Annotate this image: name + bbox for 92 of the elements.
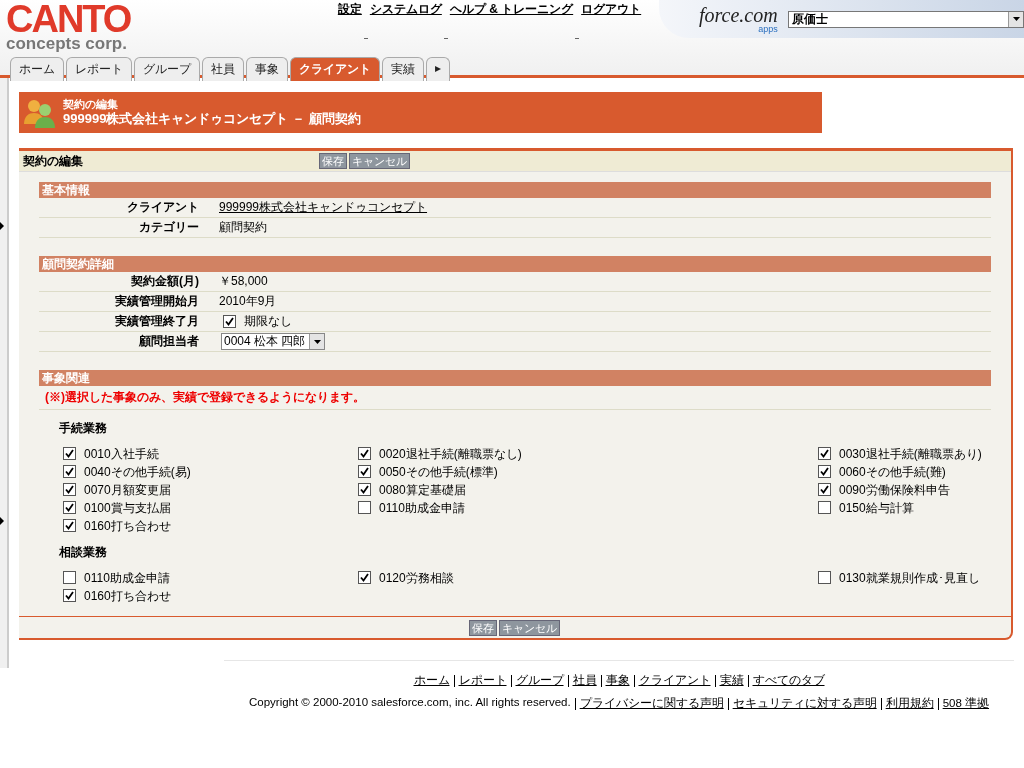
footer-link[interactable]: プライバシーに関する声明 — [579, 696, 724, 711]
checkbox[interactable] — [818, 501, 831, 514]
header-link[interactable]: システムログ — [369, 1, 442, 18]
checkbox-label: 0060その他手続(難) — [839, 465, 946, 480]
checkmark-icon — [65, 591, 74, 600]
footer-link[interactable]: 508 準拠 — [942, 696, 990, 711]
notice-text: (※)選択した事象のみ、実績で登録できるようになります。 — [39, 386, 991, 410]
footer-link[interactable]: 事象 — [605, 673, 630, 688]
footer-link[interactable]: 社員 — [572, 673, 597, 688]
footer-link[interactable]: 利用規約 — [885, 696, 934, 711]
footer-link[interactable]: セキュリティに対する声明 — [732, 696, 877, 711]
checkbox-label: 0090労働保険料申告 — [839, 483, 950, 498]
group-title: 手続業務 — [58, 420, 108, 437]
checkbox[interactable] — [818, 447, 831, 460]
checkbox-label: 0100賞与支払届 — [84, 501, 171, 516]
checkbox-label: 0160打ち合わせ — [84, 519, 171, 534]
footer-link[interactable]: 実績 — [719, 673, 744, 688]
checkbox[interactable] — [358, 447, 371, 460]
checkbox[interactable] — [358, 483, 371, 496]
footer-link[interactable]: グループ — [515, 673, 564, 688]
checkbox-label: 0110助成金申請 — [84, 571, 170, 586]
checkbox-label: 0010入社手続 — [84, 447, 159, 462]
checkbox-label: 0070月額変更届 — [84, 483, 171, 498]
checkbox[interactable] — [63, 447, 76, 460]
checkbox[interactable] — [63, 589, 76, 602]
copyright-text: Copyright © 2000-2010 salesforce.com, inc. All rights reserved. — [248, 696, 571, 710]
checkbox-label: 0040その他手続(易) — [84, 465, 191, 480]
checkbox-label: 0110助成金申請 — [379, 501, 465, 516]
page-title: 999999株式会社キャンドゥコンセプト － 顧問契約 — [63, 111, 361, 127]
header-link[interactable]: ログアウト — [581, 1, 642, 18]
form-title: 契約の編集 — [23, 152, 84, 170]
checkbox[interactable] — [63, 465, 76, 478]
checkbox-label: 期限なし — [244, 313, 292, 330]
checkmark-icon — [225, 317, 234, 326]
client-link[interactable]: 999999株式会社キャンドゥコンセプト — [219, 199, 428, 216]
section-header: 事象関連 — [39, 370, 991, 386]
footer-link[interactable]: レポート — [458, 673, 507, 688]
checkbox-label: 0050その他手続(標準) — [379, 465, 498, 480]
group-title: 相談業務 — [58, 544, 108, 561]
section-header: 顧問契約詳細 — [39, 256, 991, 272]
field-label: クライアント — [126, 199, 200, 216]
people-icon — [23, 97, 57, 128]
app-select[interactable]: 原価士 — [787, 10, 1024, 28]
section-header: 基本情報 — [39, 182, 991, 198]
select-field[interactable]: 0004 松本 四郎 — [221, 333, 326, 350]
brand-text: force.com — [699, 4, 778, 25]
checkbox[interactable] — [818, 571, 831, 584]
footer-link[interactable]: ホーム — [413, 673, 450, 688]
checkbox[interactable] — [358, 465, 371, 478]
field-label: 顧問担当者 — [138, 333, 200, 350]
header-link[interactable]: ヘルプ & トレーニング — [449, 1, 574, 18]
field-label: 実績管理開始月 — [114, 293, 200, 310]
checkbox[interactable] — [223, 315, 236, 328]
nav-tab[interactable]: ホーム — [10, 57, 64, 81]
footer-link[interactable]: クライアント — [638, 673, 711, 688]
checkbox-label: 0120労務相談 — [379, 571, 454, 586]
nav-tab[interactable]: 実績 — [382, 57, 424, 81]
field-value: 2010年9月 — [219, 293, 277, 310]
header-link[interactable]: 設定 — [337, 1, 362, 18]
expand-arrow-icon[interactable] — [0, 516, 4, 525]
checkbox-label: 0130就業規則作成･見直し — [839, 571, 980, 586]
nav-tab[interactable]: ▸ — [426, 57, 450, 81]
checkbox-label: 0160打ち合わせ — [84, 589, 171, 604]
nav-tab[interactable]: レポート — [66, 57, 132, 81]
brand-subtext: apps — [758, 24, 778, 34]
nav-tab[interactable]: 事象 — [246, 57, 288, 81]
page-subtitle: 契約の編集 — [63, 98, 119, 111]
checkbox-label: 0030退社手続(離職票あり) — [839, 447, 982, 462]
field-label: 実績管理終了月 — [114, 313, 200, 330]
checkbox[interactable] — [63, 501, 76, 514]
nav-tab[interactable]: クライアント — [290, 57, 380, 81]
checkmark-icon — [360, 573, 369, 582]
field-label: カテゴリー — [138, 219, 200, 236]
checkbox[interactable] — [818, 483, 831, 496]
field-value: ￥58,000 — [219, 273, 268, 290]
nav-tab[interactable]: グループ — [134, 57, 200, 81]
checkbox-label: 0080算定基礎届 — [379, 483, 466, 498]
nav-tab[interactable]: 社員 — [202, 57, 244, 81]
logo-text: CANTO — [6, 2, 132, 36]
checkbox[interactable] — [358, 501, 371, 514]
expand-arrow-icon[interactable] — [0, 221, 4, 230]
field-label: 契約金額(月) — [130, 273, 200, 290]
checkbox[interactable] — [63, 571, 76, 584]
logo-subtext: concepts corp. — [6, 36, 128, 52]
checkbox-label: 0150給与計算 — [839, 501, 914, 516]
checkbox[interactable] — [63, 483, 76, 496]
field-value: 顧問契約 — [219, 219, 267, 236]
footer-link[interactable]: すべてのタブ — [752, 673, 825, 688]
checkbox[interactable] — [818, 465, 831, 478]
checkbox[interactable] — [63, 519, 76, 532]
checkbox[interactable] — [358, 571, 371, 584]
checkbox-label: 0020退社手続(離職票なし) — [379, 447, 522, 462]
